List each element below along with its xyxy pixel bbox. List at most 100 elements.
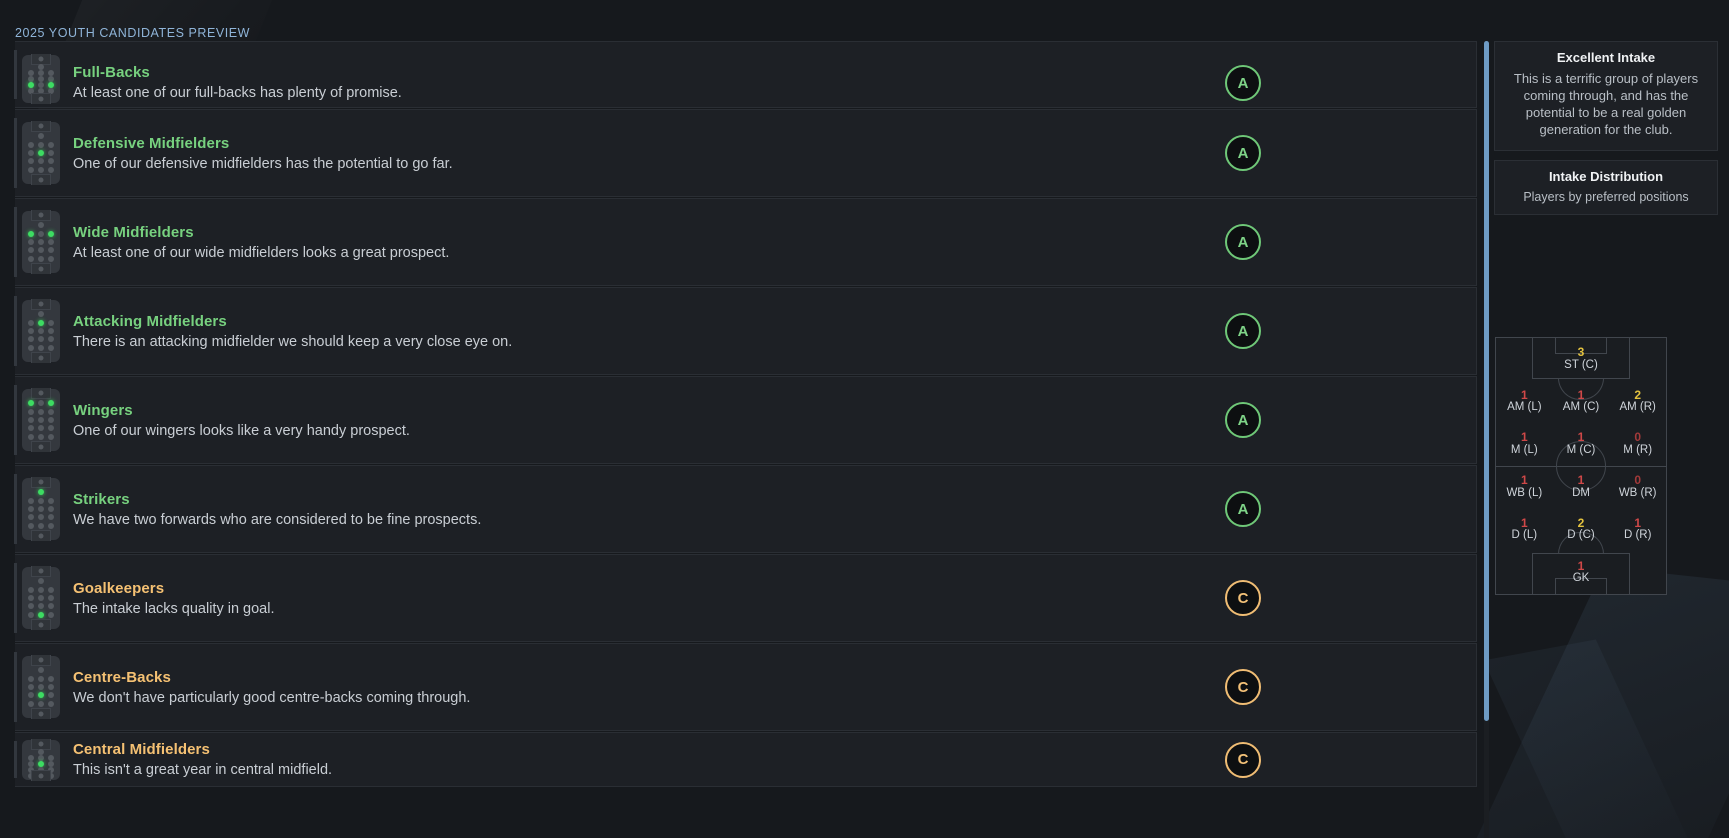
formation-position-slot[interactable]: 3 ST (C)	[1553, 338, 1610, 381]
icon-position-dot	[48, 586, 54, 593]
position-report-text: Central Midfielders This isn't a great ye…	[73, 741, 1225, 778]
formation-position-grid: 3 ST (C) 1 AM (L) 1 AM (C) 2 AM (R) 1 M (L) 1 M (C)…	[1496, 338, 1666, 594]
formation-position-slot[interactable]: 1 GK	[1553, 551, 1610, 594]
list-scrollbar-thumb[interactable]	[1484, 41, 1489, 721]
icon-position-dot	[48, 149, 54, 156]
position-report-row[interactable]: Central Midfielders This isn't a great ye…	[14, 732, 1477, 787]
icon-position-dot	[38, 425, 44, 432]
icon-goal-dot-top	[38, 741, 44, 746]
icon-goal-dot-bottom	[38, 773, 44, 778]
icon-position-dot	[38, 166, 44, 173]
position-report-description: We don't have particularly good centre-b…	[73, 689, 471, 706]
position-report-row[interactable]: Centre-Backs We don't have particularly g…	[14, 643, 1477, 731]
formation-player-count: 3	[1577, 345, 1585, 360]
formation-position-slot[interactable]: 0 WB (R)	[1609, 466, 1666, 509]
icon-position-dot-active	[38, 611, 44, 618]
icon-grid-row	[28, 319, 54, 326]
icon-goal-box-bottom	[31, 619, 51, 630]
icon-grid-row	[28, 133, 54, 140]
position-report-text: Full-Backs At least one of our full-backs…	[73, 64, 1225, 101]
position-report-row[interactable]: Wingers One of our wingers looks like a v…	[14, 376, 1477, 464]
icon-goal-box-bottom	[31, 352, 51, 363]
formation-row: 3 ST (C)	[1496, 338, 1666, 381]
formation-position-label: D (R)	[1623, 529, 1652, 542]
intake-summary-title: Excellent Intake	[1556, 50, 1656, 65]
formation-player-count: 1	[1520, 515, 1528, 530]
icon-position-dot	[28, 238, 34, 245]
formation-position-slot[interactable]: 1 AM (C)	[1553, 381, 1610, 424]
icon-position-grid	[22, 131, 60, 175]
formation-position-slot[interactable]: 1M (L)	[1496, 423, 1553, 466]
icon-position-dot	[48, 522, 54, 529]
position-report-title: Strikers	[73, 490, 130, 508]
icon-position-dot	[28, 141, 34, 148]
position-report-row[interactable]: Goalkeepers The intake lacks quality in g…	[14, 554, 1477, 642]
icon-position-grid	[22, 64, 60, 94]
intake-distribution-panel: Intake Distribution Players by preferred…	[1494, 159, 1718, 216]
formation-position-slot[interactable]: 0M (R)	[1609, 423, 1666, 466]
icon-position-dot	[48, 692, 54, 699]
formation-position-slot[interactable]: 1 WB (L)	[1496, 466, 1553, 509]
position-report-title: Defensive Midfielders	[73, 134, 230, 152]
icon-position-dot	[28, 149, 34, 156]
formation-position-slot[interactable]: 2 AM (R)	[1609, 381, 1666, 424]
pitch-wingers-icon	[22, 388, 60, 452]
formation-position-slot[interactable]: 1D (R)	[1609, 509, 1666, 552]
icon-position-dot	[38, 514, 44, 521]
icon-position-grid	[22, 748, 60, 779]
icon-position-dot	[28, 700, 34, 707]
icon-position-dot	[48, 675, 54, 682]
icon-goal-dot-bottom	[38, 711, 44, 717]
icon-grid-row	[28, 700, 54, 707]
formation-row: 1M (L) 1 M (C) 0 M (R)	[1496, 423, 1666, 466]
icon-position-dot	[28, 586, 34, 593]
icon-goal-box-bottom	[31, 174, 51, 185]
icon-position-dot-active	[38, 149, 44, 156]
icon-grid-row	[28, 433, 54, 440]
intake-summary-panel: Excellent Intake This is a terrific grou…	[1494, 41, 1718, 151]
icon-position-dot	[38, 222, 44, 229]
formation-position-slot[interactable]: 1 DM	[1553, 466, 1610, 509]
position-report-title: Goalkeepers	[73, 579, 165, 597]
icon-position-dot	[38, 336, 44, 343]
position-report-row[interactable]: Full-Backs At least one of our full-backs…	[14, 41, 1477, 108]
position-report-description: There is an attacking midfielder we shou…	[73, 333, 513, 350]
icon-grid-row	[28, 514, 54, 521]
icon-grid-row	[28, 692, 54, 699]
pitch-defensive-midfielders-icon	[22, 121, 60, 185]
icon-grid-row	[28, 149, 54, 156]
icon-position-dot	[38, 344, 44, 351]
icon-goal-dot-top	[38, 657, 44, 663]
position-report-text: Attacking Midfielders There is an attacki…	[73, 313, 1225, 350]
icon-position-dot	[28, 336, 34, 343]
sidebar: Excellent Intake This is a terrific grou…	[1494, 41, 1718, 216]
icon-position-dot	[48, 255, 54, 262]
formation-player-count: 1	[1577, 558, 1585, 573]
page-title: 2025 YOUTH CANDIDATES PREVIEW	[15, 26, 250, 40]
formation-position-slot[interactable]: 1D (L)	[1496, 509, 1553, 552]
icon-grid-row	[28, 344, 54, 351]
icon-goal-dot-bottom	[38, 533, 44, 539]
icon-position-dot	[38, 311, 44, 318]
icon-goal-dot-bottom	[38, 177, 44, 183]
icon-position-dot	[48, 433, 54, 440]
icon-position-grid	[22, 398, 60, 442]
pitch-central-midfielders-icon	[22, 738, 60, 781]
icon-position-dot	[48, 238, 54, 245]
icon-grid-row	[28, 141, 54, 148]
icon-position-dot	[48, 141, 54, 148]
icon-grid-row	[28, 425, 54, 432]
position-report-row[interactable]: Strikers We have two forwards who are con…	[14, 465, 1477, 553]
position-report-row[interactable]: Defensive Midfielders One of our defensiv…	[14, 109, 1477, 197]
icon-position-dot	[38, 327, 44, 334]
icon-grid-row	[28, 586, 54, 593]
position-report-row[interactable]: Attacking Midfielders There is an attacki…	[14, 287, 1477, 375]
icon-position-dot-active	[28, 400, 34, 407]
formation-position-slot[interactable]: 1 AM (L)	[1496, 381, 1553, 424]
icon-position-dot	[38, 675, 44, 682]
formation-position-slot[interactable]: 1M (C)	[1553, 423, 1610, 466]
icon-goal-dot-bottom	[38, 444, 44, 450]
position-report-text: Centre-Backs We don't have particularly g…	[73, 669, 1225, 706]
position-report-row[interactable]: Wide Midfielders At least one of our wide…	[14, 198, 1477, 286]
formation-position-slot[interactable]: 2D (C)	[1553, 509, 1610, 552]
